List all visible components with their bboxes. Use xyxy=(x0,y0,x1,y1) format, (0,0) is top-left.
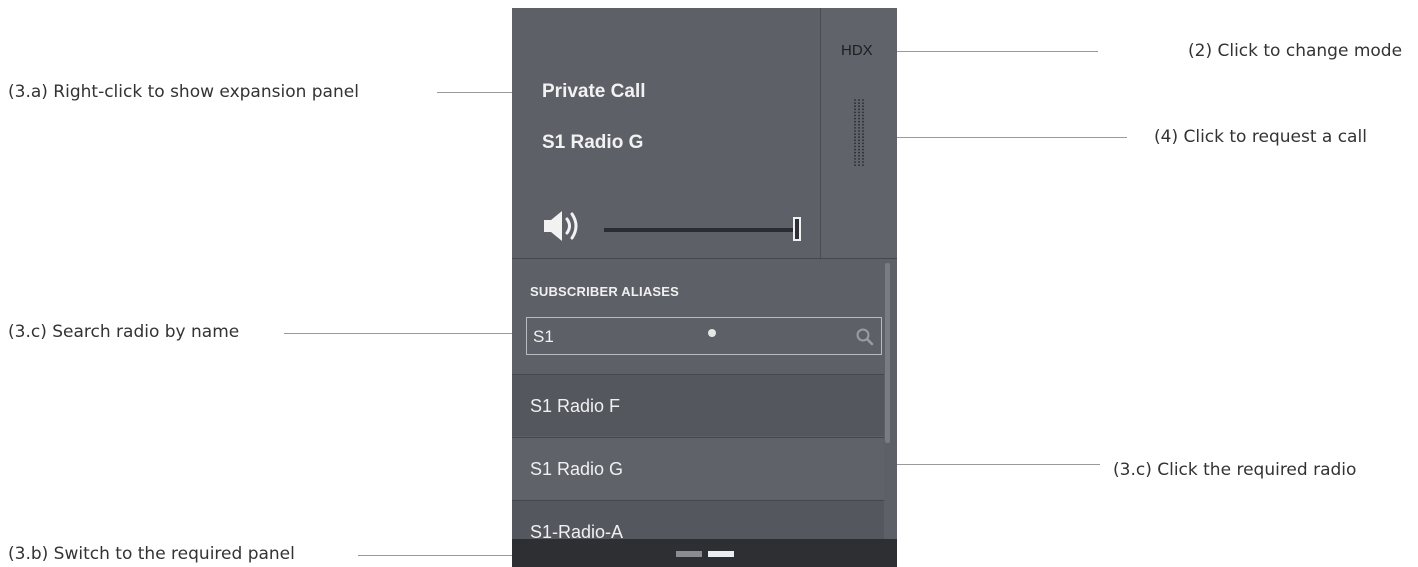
search-icon[interactable] xyxy=(855,327,875,347)
list-item-radio-f[interactable]: S1 Radio F xyxy=(512,374,884,436)
page-indicator-1[interactable] xyxy=(676,551,702,557)
page-indicator-bar xyxy=(512,539,897,567)
annotation-request-call: (4) Click to request a call xyxy=(1154,127,1367,147)
page-indicator-2[interactable] xyxy=(708,551,734,557)
control-column: HDX xyxy=(820,8,897,258)
volume-slider-handle[interactable] xyxy=(793,217,801,241)
list-item-label: S1 Radio G xyxy=(530,459,624,479)
annotation-change-mode: (2) Click to change mode xyxy=(1188,41,1403,61)
search-pointer-dot xyxy=(708,329,716,337)
volume-slider-track[interactable] xyxy=(604,228,794,232)
call-section[interactable]: Private Call S1 Radio G xyxy=(512,8,819,258)
list-scrollbar[interactable] xyxy=(885,263,890,443)
annotation-switch-panel: (3.b) Switch to the required panel xyxy=(8,544,295,564)
annotation-search-radio: (3.c) Search radio by name xyxy=(8,322,240,342)
leader-line-request-call xyxy=(867,137,1127,138)
annotation-click-radio: (3.c) Click the required radio xyxy=(1113,460,1357,480)
list-item-label: S1 Radio F xyxy=(530,396,621,416)
list-item-radio-g[interactable]: S1 Radio G xyxy=(512,437,884,499)
mode-toggle-button[interactable]: HDX xyxy=(841,42,873,59)
alias-list-panel: SUBSCRIBER ALIASES S1 Radio F S1 Radio G… xyxy=(512,259,897,562)
ptt-grip-icon[interactable] xyxy=(853,98,865,168)
alias-list-header: SUBSCRIBER ALIASES xyxy=(530,284,680,299)
call-type-label: Private Call xyxy=(542,81,646,102)
radio-panel: Private Call S1 Radio G HDX SUBSCRIBER A… xyxy=(512,8,897,567)
leader-line-change-mode xyxy=(879,51,1098,52)
search-input[interactable] xyxy=(533,325,833,349)
call-target-label: S1 Radio G xyxy=(542,132,644,153)
annotation-expansion-panel: (3.a) Right-click to show expansion pane… xyxy=(8,82,359,102)
speaker-icon[interactable] xyxy=(542,208,582,244)
search-field[interactable] xyxy=(526,317,882,355)
leader-line-expansion xyxy=(437,92,522,93)
